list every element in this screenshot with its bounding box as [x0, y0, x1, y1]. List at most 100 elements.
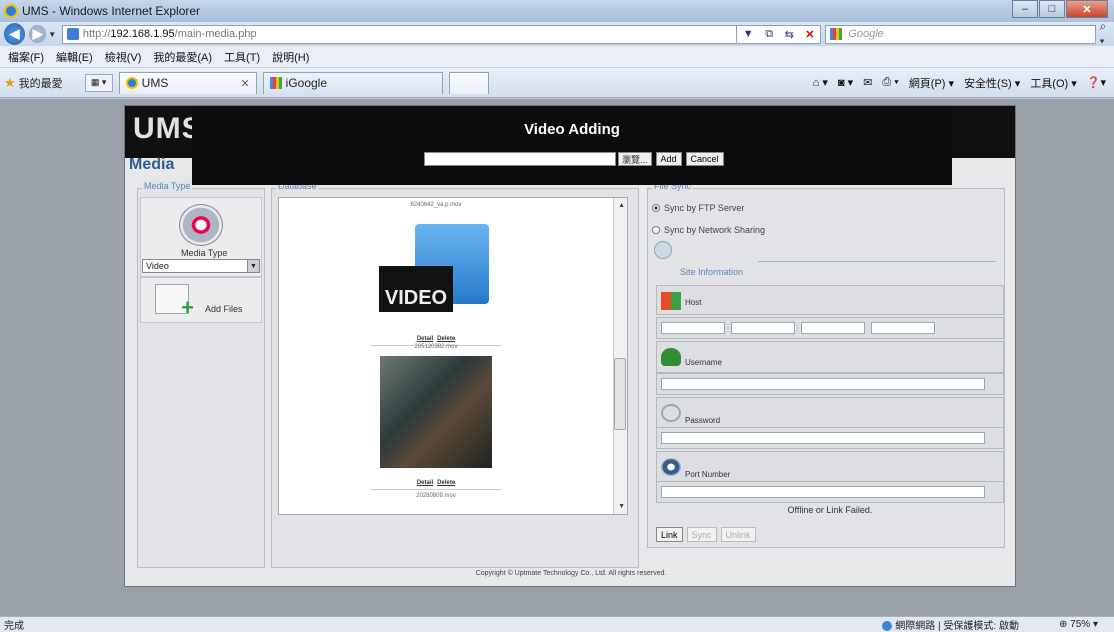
password-block: Password	[656, 397, 1004, 429]
browse-button[interactable]: 瀏覽...	[618, 152, 652, 166]
tools-menu[interactable]: 工具(O) ▾	[1030, 75, 1076, 91]
menu-favorites[interactable]: 我的最愛(A)	[153, 49, 212, 65]
delete-link[interactable]: Delete	[437, 336, 455, 342]
minimize-button[interactable]: –	[1012, 0, 1038, 18]
tabs-row: ★ 我的最愛 ▦ ▾ UMS ✕ iGoogle ⌂ ▾ ◙ ▾ ✉ ⎙ ▾ 網…	[0, 68, 1114, 98]
network-sharing-option[interactable]: Sync by Network Sharing	[652, 225, 765, 235]
add-button[interactable]: Add	[655, 152, 682, 166]
maximize-button[interactable]: □	[1039, 0, 1065, 18]
host-octet-2[interactable]	[731, 322, 795, 334]
host-octet-4[interactable]	[871, 322, 935, 334]
cancel-button[interactable]: Cancel	[685, 152, 724, 166]
network-icon	[654, 241, 672, 259]
feeds-icon[interactable]: ◙ ▾	[838, 76, 853, 89]
video-clapper-icon: VIDEO	[379, 266, 453, 312]
user-icon	[661, 348, 681, 366]
recent-pages-dropdown[interactable]: ▼	[48, 30, 58, 39]
print-icon[interactable]: ⎙ ▾	[882, 76, 898, 89]
safety-menu[interactable]: 安全性(S) ▾	[964, 75, 1020, 91]
search-icon[interactable]: ⌕ ▾	[1100, 19, 1114, 49]
host-octet-1[interactable]	[661, 322, 725, 334]
home-icon[interactable]: ⌂ ▾	[813, 76, 828, 89]
close-window-button[interactable]: ✕	[1066, 0, 1108, 18]
divider	[758, 261, 996, 262]
tab-ums[interactable]: UMS ✕	[118, 71, 257, 94]
video-thumbnail[interactable]: VIDEO	[379, 214, 493, 324]
list-item: 205120382.mov Detail Delete 20280809.mov	[351, 344, 521, 505]
media-list[interactable]: 6240642_va.p.mov VIDEO Detail Delete 2051…	[278, 197, 628, 515]
command-bar: ⌂ ▾ ◙ ▾ ✉ ⎙ ▾ 網頁(P) ▾ 安全性(S) ▾ 工具(O) ▾ ❓…	[803, 75, 1106, 91]
ie-logo-icon	[4, 4, 18, 18]
ie-tab-icon	[125, 77, 138, 89]
detail-link[interactable]: Detail	[417, 480, 433, 486]
compatibility-icon[interactable]: ⧉	[765, 28, 773, 41]
menu-bar: 檔案(F) 編輯(E) 檢視(V) 我的最愛(A) 工具(T) 說明(H)	[0, 46, 1114, 68]
item-actions: Detail Delete	[351, 336, 521, 342]
sync-button[interactable]: Sync	[686, 527, 717, 542]
search-input[interactable]: Google	[825, 24, 1096, 44]
favorites-label: 我的最愛	[18, 77, 63, 90]
key-icon	[661, 404, 681, 422]
menu-help[interactable]: 說明(H)	[272, 49, 309, 65]
ftp-label: Sync by FTP Server	[664, 203, 745, 213]
file-path-input[interactable]	[424, 152, 616, 166]
url-path: /main-media.php	[174, 28, 257, 40]
scroll-down-icon[interactable]: ▼	[618, 503, 625, 510]
unlink-button[interactable]: Unlink	[720, 527, 756, 542]
dialog-controls: 瀏覽... Add Cancel	[424, 152, 724, 166]
scrollbar[interactable]: ▲ ▼	[613, 198, 627, 514]
tab-label: iGoogle	[285, 76, 328, 90]
zone-label: 網際網路 | 受保護模式: 啟動	[895, 621, 1019, 632]
address-bar[interactable]: http://192.168.1.95/main-media.php	[61, 24, 738, 44]
detail-link[interactable]: Detail	[417, 336, 433, 342]
scroll-up-icon[interactable]: ▲	[618, 202, 625, 209]
favorites-button[interactable]: ★ 我的最愛	[4, 75, 63, 91]
new-tab-button[interactable]	[448, 71, 489, 94]
video-thumbnail[interactable]	[380, 356, 492, 468]
disc-icon	[179, 204, 223, 246]
ftp-option[interactable]: Sync by FTP Server	[652, 203, 744, 213]
page-menu[interactable]: 網頁(P) ▾	[909, 75, 954, 91]
media-filename: 20280809.mov	[416, 493, 456, 499]
network-sharing-radio[interactable]	[652, 226, 660, 234]
stop-icon[interactable]: ✕	[805, 28, 814, 41]
media-type-label: Media Type	[181, 248, 228, 258]
database-panel: Database 6240642_va.p.mov VIDEO Detail De…	[271, 181, 639, 568]
menu-file[interactable]: 檔案(F)	[8, 49, 44, 65]
status-bar: 完成 網際網路 | 受保護模式: 啟動 ⊕ 75% ▾	[0, 616, 1114, 632]
link-buttons: Link Sync Unlink	[656, 527, 760, 542]
close-tab-icon[interactable]: ✕	[240, 77, 249, 90]
url-prefix: http://	[82, 28, 111, 40]
address-dropdown-icon[interactable]: ▼	[743, 28, 754, 40]
zoom-control[interactable]: ⊕ 75% ▾	[1059, 619, 1098, 630]
link-button[interactable]: Link	[656, 527, 683, 542]
dialog-title: Video Adding	[524, 121, 620, 138]
refresh-icon[interactable]: ⇆	[785, 28, 794, 41]
quick-tabs-button[interactable]: ▦ ▾	[84, 73, 113, 92]
divider	[371, 489, 501, 490]
port-field[interactable]	[661, 486, 985, 498]
video-adding-dialog: Video Adding 瀏覽... Add Cancel	[192, 111, 952, 185]
tab-igoogle[interactable]: iGoogle	[262, 71, 443, 94]
forward-button[interactable]: ▶	[29, 25, 47, 43]
host-octet-3[interactable]	[801, 322, 865, 334]
username-field[interactable]	[661, 378, 985, 390]
media-type-select[interactable]: Video ▼	[142, 259, 260, 273]
scroll-thumb[interactable]	[614, 358, 626, 430]
search-placeholder: Google	[848, 28, 884, 40]
username-input-row	[656, 373, 1004, 395]
url-host: 192.168.1.95	[110, 28, 175, 40]
delete-link[interactable]: Delete	[437, 480, 455, 486]
help-icon[interactable]: ❓▾	[1087, 76, 1106, 89]
title-bar: UMS - Windows Internet Explorer – □ ✕	[0, 0, 1114, 22]
add-files-button[interactable]: Add Files	[140, 277, 262, 323]
menu-tools[interactable]: 工具(T)	[224, 49, 260, 65]
list-item: 6240642_va.p.mov VIDEO Detail Delete	[351, 202, 521, 349]
ftp-radio[interactable]	[652, 204, 660, 212]
menu-view[interactable]: 檢視(V)	[105, 49, 142, 65]
star-icon: ★	[4, 74, 16, 90]
mail-icon[interactable]: ✉	[863, 76, 872, 89]
back-button[interactable]: ◀	[4, 23, 26, 45]
menu-edit[interactable]: 編輯(E)	[56, 49, 93, 65]
password-field[interactable]	[661, 432, 985, 444]
